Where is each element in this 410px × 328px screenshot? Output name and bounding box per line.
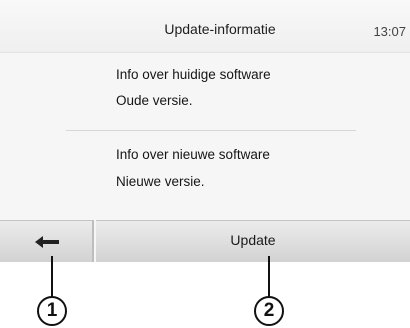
divider (66, 130, 356, 131)
current-software-version: Oude versie. (116, 93, 193, 108)
left-arrow-icon (35, 236, 59, 248)
update-button-label: Update (230, 232, 276, 248)
page-title: Update-informatie (164, 21, 276, 37)
current-software-label: Info over huidige software (116, 67, 271, 82)
callout-2: 2 (254, 296, 284, 326)
update-button[interactable]: Update (96, 220, 410, 262)
callout-line-2 (268, 256, 270, 298)
new-software-label: Info over nieuwe software (116, 147, 270, 162)
screen: Update-informatie 13:07 Info over huidig… (0, 0, 410, 262)
callout-line-1 (51, 256, 53, 298)
clock: 13:07 (373, 24, 406, 39)
header-bar: Update-informatie 13:07 (0, 0, 410, 53)
back-button[interactable] (0, 220, 94, 262)
new-software-version: Nieuwe versie. (116, 174, 205, 189)
bottom-bar: Update (0, 220, 410, 262)
callout-1: 1 (37, 296, 67, 326)
